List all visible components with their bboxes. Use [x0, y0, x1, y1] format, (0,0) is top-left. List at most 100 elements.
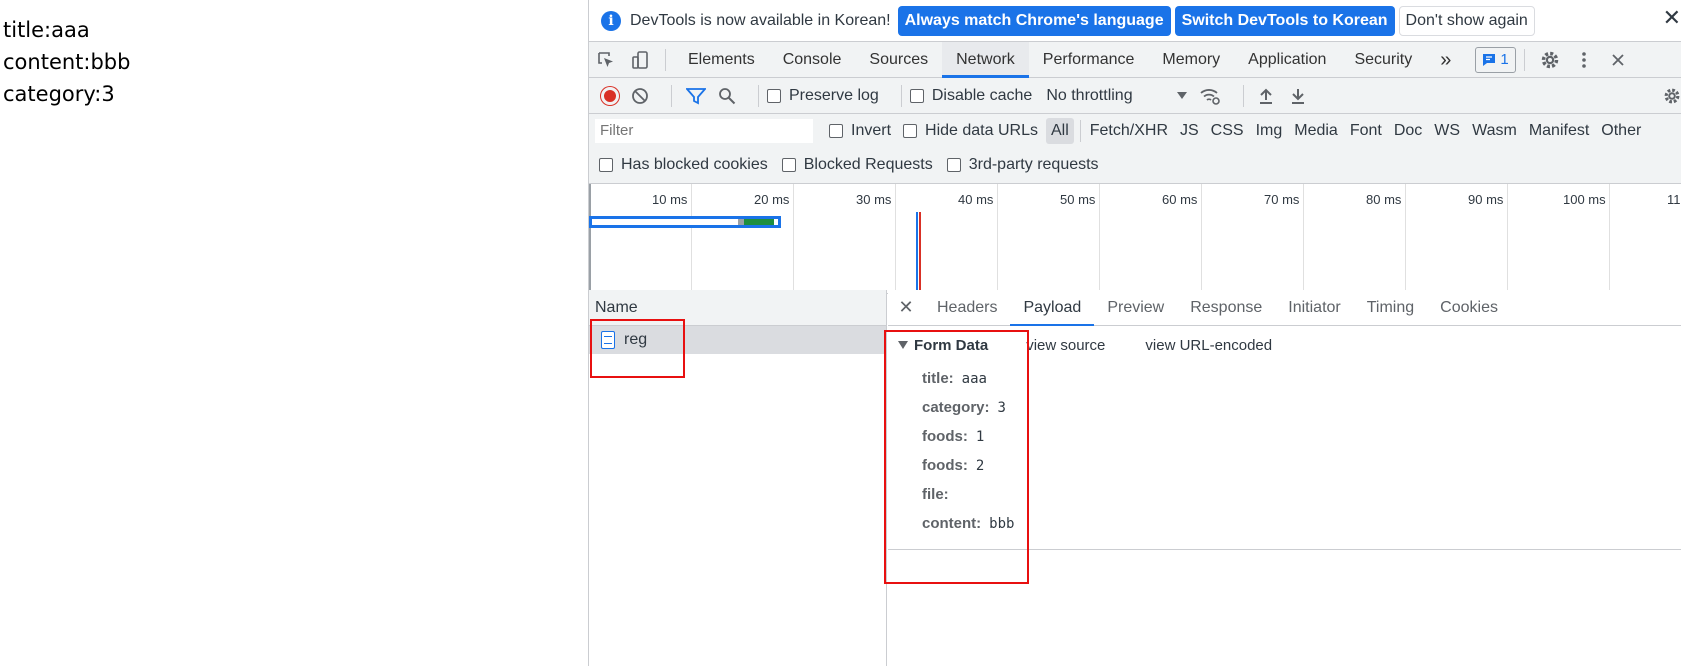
type-filter-img[interactable]: Img — [1251, 118, 1288, 144]
invert-checkbox[interactable]: Invert — [829, 122, 891, 140]
tab-sources[interactable]: Sources — [855, 42, 942, 78]
view-url-encoded-link[interactable]: view URL-encoded — [1145, 337, 1272, 354]
field-key: foods: — [922, 428, 968, 445]
form-field: foods: 2 — [888, 451, 1681, 480]
has-blocked-cookies-checkbox[interactable]: Has blocked cookies — [599, 156, 768, 174]
issues-badge[interactable]: 1 — [1475, 46, 1516, 73]
timeline-tick-label: 50 ms — [1060, 192, 1096, 207]
third-party-checkbox[interactable]: 3rd-party requests — [946, 156, 1099, 174]
type-filter-ws[interactable]: WS — [1429, 118, 1465, 144]
timeline-tick-label: 80 ms — [1366, 192, 1402, 207]
form-field: content: bbb — [888, 509, 1681, 538]
tab-network[interactable]: Network — [942, 41, 1029, 78]
clear-icon[interactable] — [631, 87, 649, 105]
blocked-requests-label: Blocked Requests — [803, 156, 933, 173]
preserve-log-box[interactable] — [767, 88, 781, 103]
tab-console[interactable]: Console — [769, 42, 856, 78]
has-blocked-cookies-box[interactable] — [599, 158, 613, 172]
type-filter-doc[interactable]: Doc — [1389, 118, 1427, 144]
field-value: 2 — [975, 457, 985, 474]
always-match-language-button[interactable]: Always match Chrome's language — [897, 5, 1171, 36]
detail-tab-timing[interactable]: Timing — [1354, 290, 1427, 326]
page-content: title:aaa content:bbb category:3 — [0, 0, 588, 666]
view-source-link[interactable]: view source — [1026, 337, 1105, 354]
tab-security[interactable]: Security — [1340, 42, 1426, 78]
detail-tab-payload[interactable]: Payload — [1010, 290, 1095, 326]
filter-icon[interactable] — [686, 87, 706, 105]
throttling-value: No throttling — [1046, 86, 1133, 104]
tab-application[interactable]: Application — [1234, 42, 1340, 78]
preserve-log-label: Preserve log — [789, 86, 879, 104]
invert-label: Invert — [851, 122, 892, 139]
form-field: file: — [888, 480, 1681, 509]
type-filter-js[interactable]: JS — [1175, 118, 1204, 144]
network-toolbar: Preserve log Disable cache No throttling — [589, 78, 1681, 114]
preserve-log-checkbox[interactable]: Preserve log — [767, 87, 879, 105]
detail-tab-cookies[interactable]: Cookies — [1427, 290, 1511, 326]
field-value: 1 — [975, 428, 985, 445]
toolbar-separator-3 — [900, 84, 902, 107]
filter-row-2: Has blocked cookies Blocked Requests 3rd… — [589, 148, 1681, 182]
type-filter-wasm[interactable]: Wasm — [1467, 118, 1522, 144]
timeline-start — [589, 184, 591, 294]
timeline-tick-label: 60 ms — [1162, 192, 1198, 207]
blocked-requests-checkbox[interactable]: Blocked Requests — [781, 156, 933, 174]
blocked-requests-box[interactable] — [781, 158, 796, 172]
export-har-icon[interactable] — [1290, 87, 1306, 105]
close-detail-icon[interactable]: ✕ — [888, 297, 924, 318]
timeline-tick-label: 70 ms — [1264, 192, 1300, 207]
type-filter-manifest[interactable]: Manifest — [1524, 118, 1594, 144]
switch-to-korean-button[interactable]: Switch DevTools to Korean — [1174, 5, 1395, 36]
network-conditions-icon[interactable] — [1199, 87, 1221, 105]
filter-separator — [1079, 120, 1081, 142]
disable-cache-checkbox[interactable]: Disable cache — [909, 87, 1032, 105]
network-settings-icon[interactable] — [1663, 87, 1681, 105]
hide-data-urls-label: Hide data URLs — [925, 122, 1038, 139]
detail-tab-headers[interactable]: Headers — [924, 290, 1010, 326]
close-devtools-icon[interactable] — [1601, 42, 1635, 78]
timeline-tick — [1201, 184, 1202, 294]
type-filter-all[interactable]: All — [1045, 118, 1074, 144]
tab-elements[interactable]: Elements — [674, 42, 769, 78]
hide-data-urls-box[interactable] — [903, 124, 918, 138]
type-filter-other[interactable]: Other — [1596, 118, 1646, 144]
infobar-close-icon[interactable]: ✕ — [1663, 5, 1681, 31]
type-filter-css[interactable]: CSS — [1206, 118, 1249, 144]
name-column-header[interactable]: Name — [589, 290, 886, 326]
request-row-reg[interactable]: reg — [589, 326, 886, 354]
hide-data-urls-checkbox[interactable]: Hide data URLs — [903, 122, 1038, 140]
record-icon[interactable] — [601, 86, 619, 105]
throttling-select[interactable]: No throttling — [1046, 86, 1187, 105]
more-options-icon[interactable] — [1567, 42, 1601, 78]
detail-tab-preview[interactable]: Preview — [1094, 290, 1177, 326]
inspect-element-icon[interactable] — [589, 42, 623, 78]
detail-tab-response[interactable]: Response — [1177, 290, 1275, 326]
tab-memory[interactable]: Memory — [1148, 42, 1234, 78]
type-filter-font[interactable]: Font — [1345, 118, 1387, 144]
timeline-tick — [793, 184, 794, 294]
network-overview-timeline[interactable]: 10 ms 20 ms 30 ms 40 ms 50 ms 60 ms 70 m… — [589, 184, 1681, 294]
type-filter-fetch-xhr[interactable]: Fetch/XHR — [1085, 118, 1173, 144]
info-icon: i — [601, 10, 621, 31]
more-tabs-icon[interactable]: » — [1426, 42, 1465, 78]
settings-gear-icon[interactable] — [1533, 42, 1567, 78]
dont-show-again-button[interactable]: Don't show again — [1398, 5, 1535, 36]
disable-cache-box[interactable] — [909, 88, 924, 103]
type-filter-media[interactable]: Media — [1289, 118, 1343, 144]
page-line-content: content:bbb — [3, 50, 131, 74]
device-toolbar-icon[interactable] — [623, 42, 657, 78]
dom-content-loaded-marker — [916, 212, 918, 294]
detail-tab-initiator[interactable]: Initiator — [1275, 290, 1353, 326]
toolbar-separator-4 — [1242, 84, 1244, 107]
invert-box[interactable] — [829, 124, 843, 138]
filter-input[interactable] — [595, 119, 813, 143]
tab-performance[interactable]: Performance — [1029, 42, 1149, 78]
page-line-category: category:3 — [3, 82, 115, 106]
search-icon[interactable] — [718, 87, 736, 105]
issues-count: 1 — [1500, 50, 1509, 68]
timeline-tick-label: 11 — [1667, 192, 1681, 207]
form-data-section-header[interactable]: Form Data view source view URL-encoded — [888, 326, 1681, 364]
expand-triangle-icon — [898, 341, 908, 349]
third-party-box[interactable] — [946, 158, 961, 172]
import-har-icon[interactable] — [1258, 87, 1274, 105]
